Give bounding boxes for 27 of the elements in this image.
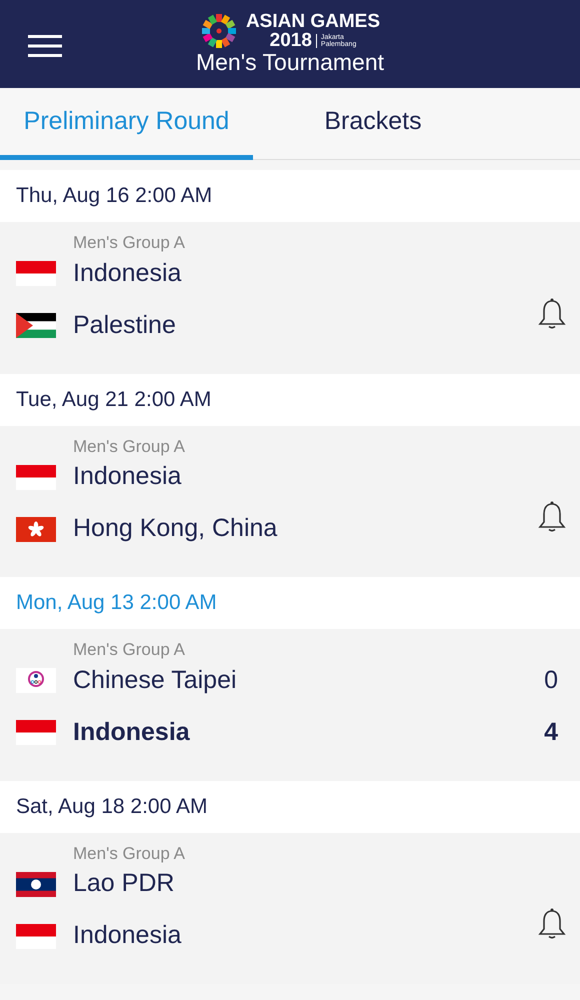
logo-year: 2018 [270, 31, 312, 50]
score: 0 [544, 664, 558, 696]
team-name: Hong Kong, China [73, 513, 278, 544]
team-name: Indonesia [73, 461, 182, 492]
bell-icon[interactable] [538, 501, 566, 534]
group-label: Men's Group A [72, 436, 186, 458]
score: 4 [544, 716, 558, 748]
match-date: Tue, Aug 21 2:00 AM [0, 374, 580, 426]
team-name: Palestine [73, 310, 176, 341]
team-name: Indonesia [73, 258, 182, 289]
group-label: Men's Group A [72, 232, 186, 254]
team-name: Chinese Taipei [73, 664, 237, 696]
team-name: Indonesia [73, 716, 190, 748]
team-name: Indonesia [73, 920, 182, 952]
match-date: Thu, Aug 16 2:00 AM [0, 170, 580, 222]
logo-icon [200, 12, 238, 50]
bell-icon[interactable] [538, 298, 566, 330]
group-label: Men's Group A [72, 639, 186, 661]
match-date: Mon, Aug 13 2:00 AM [0, 577, 580, 629]
tab[interactable]: Brackets [253, 88, 493, 160]
group-label: Men's Group A [72, 842, 186, 864]
match-date: Sat, Aug 18 2:00 AM [0, 780, 580, 832]
menu-button[interactable] [28, 34, 62, 56]
team-name: Lao PDR [73, 868, 174, 900]
logo-text: ASIAN GAMES [246, 12, 380, 32]
page-title: Men's Tournament [196, 50, 384, 76]
bell-icon[interactable] [538, 908, 566, 940]
